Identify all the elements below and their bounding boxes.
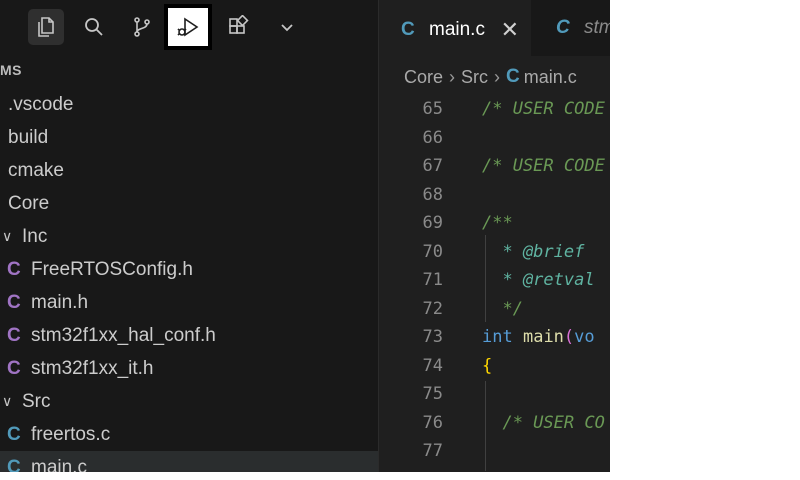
line-number: 67 — [422, 156, 443, 176]
c-header-file-icon: C — [7, 357, 21, 379]
source-control-icon — [134, 17, 150, 37]
tree-item-label: stm32f1xx_it.h — [31, 357, 154, 379]
code-text: int main(vo — [482, 327, 595, 347]
extensions-tab[interactable] — [220, 9, 256, 45]
code-line: 66 — [379, 124, 610, 152]
tab-stm[interactable]: C stm — [534, 0, 610, 56]
code-line: 65 /* USER CODE — [379, 95, 610, 123]
tree-item-label: build — [8, 126, 49, 148]
tree-item-inc[interactable]: ∨ Inc — [0, 220, 378, 253]
editor-tab-bar: C main.c ✕ C stm — [379, 0, 610, 58]
tree-item-main-c[interactable]: C main.c — [0, 451, 378, 472]
breadcrumb-item-core[interactable]: Core — [404, 67, 443, 88]
code-text: */ — [482, 299, 523, 319]
more-views-button[interactable] — [269, 9, 305, 45]
code-text: /** — [482, 213, 513, 233]
line-number: 68 — [422, 185, 443, 205]
code-line: 74 { — [379, 352, 610, 380]
search-icon — [85, 18, 103, 36]
code-line: 71 * @retval — [379, 266, 610, 294]
code-line: 76 /* USER CO — [379, 409, 610, 437]
chevron-right-icon: › — [494, 66, 501, 87]
run-debug-icon — [177, 17, 199, 37]
c-source-file-icon: C — [401, 19, 415, 40]
tree-item-label: cmake — [8, 159, 64, 181]
c-header-file-icon: C — [7, 291, 21, 313]
code-line: 68 — [379, 181, 610, 209]
activity-bar — [0, 0, 378, 56]
tree-item-label: FreeRTOSConfig.h — [31, 258, 193, 280]
tree-item-label: main.h — [31, 291, 89, 313]
tab-label: main.c — [429, 19, 485, 40]
c-source-file-icon: C — [7, 456, 21, 473]
tree-item-hal-conf-h[interactable]: C stm32f1xx_hal_conf.h — [0, 319, 378, 352]
editor-pane: C main.c ✕ C stm Core › Src › C main.c 6… — [378, 0, 610, 472]
line-number: 77 — [422, 441, 443, 461]
code-line: 67 /* USER CODE — [379, 152, 610, 180]
chevron-down-icon: ∨ — [2, 228, 13, 244]
c-source-file-icon: C — [556, 17, 570, 38]
tree-item-it-h[interactable]: C stm32f1xx_it.h — [0, 352, 378, 385]
line-number: 75 — [422, 384, 443, 404]
chevron-down-icon: ∨ — [2, 393, 13, 409]
code-text: * @brief — [482, 242, 585, 262]
line-number: 66 — [422, 128, 443, 148]
code-text: * @retval — [482, 270, 595, 290]
breadcrumb-item-main-c[interactable]: main.c — [524, 67, 577, 88]
close-icon[interactable]: ✕ — [501, 17, 519, 43]
code-line: 70 * @brief — [379, 238, 610, 266]
run-debug-tab[interactable] — [164, 4, 212, 50]
line-number: 73 — [422, 327, 443, 347]
explorer-tab[interactable] — [28, 9, 64, 45]
tree-item-label: main.c — [31, 456, 87, 473]
c-source-file-icon: C — [506, 66, 520, 87]
tree-item-label: Inc — [22, 225, 48, 247]
tab-label: stm — [584, 17, 610, 38]
code-text: /* USER CO — [482, 413, 605, 433]
line-number: 65 — [422, 99, 443, 119]
code-text: { — [482, 356, 493, 376]
chevron-right-icon: › — [449, 66, 456, 87]
tree-item-label: stm32f1xx_hal_conf.h — [31, 324, 216, 346]
tree-item-core[interactable]: Core — [0, 187, 378, 220]
line-number: 74 — [422, 356, 443, 376]
c-header-file-icon: C — [7, 258, 21, 280]
code-line: 72 */ — [379, 295, 610, 323]
tree-item-label: Src — [22, 390, 51, 412]
line-number: 70 — [422, 242, 443, 262]
line-number: 76 — [422, 413, 443, 433]
chevron-down-icon — [281, 24, 293, 32]
code-line: 69 /** — [379, 209, 610, 237]
tree-item-label: freertos.c — [31, 423, 111, 445]
search-tab[interactable] — [76, 9, 112, 45]
tree-item-main-h[interactable]: C main.h — [0, 286, 378, 319]
tree-item-freertos-c[interactable]: C freertos.c — [0, 418, 378, 451]
source-control-tab[interactable] — [124, 9, 160, 45]
tab-main-c[interactable]: C main.c ✕ — [379, 0, 531, 58]
extensions-icon — [229, 15, 249, 34]
line-number: 69 — [422, 213, 443, 233]
line-number: 71 — [422, 270, 443, 290]
tree-item-label: Core — [8, 192, 50, 214]
c-header-file-icon: C — [7, 324, 21, 346]
code-line: 75 — [379, 380, 610, 408]
files-icon — [38, 17, 54, 37]
tree-item-src[interactable]: ∨ Src — [0, 385, 378, 418]
explorer-section-header[interactable]: MS — [0, 62, 22, 78]
breadcrumb: Core › Src › C main.c — [404, 66, 577, 88]
tree-item-freertosconfig-h[interactable]: C FreeRTOSConfig.h — [0, 253, 378, 286]
c-source-file-icon: C — [7, 423, 21, 445]
tree-item-cmake[interactable]: cmake — [0, 154, 378, 187]
code-text: /* USER CODE — [482, 99, 605, 119]
breadcrumb-item-src[interactable]: Src — [461, 67, 488, 88]
code-text: /* USER CODE — [482, 156, 605, 176]
code-line: 73 int main(vo — [379, 323, 610, 351]
tree-item-label: .vscode — [8, 93, 74, 115]
explorer-sidebar: MS .vscode build cmake Core ∨ Inc C Free… — [0, 0, 378, 472]
tree-item-build[interactable]: build — [0, 121, 378, 154]
tree-item-vscode[interactable]: .vscode — [0, 88, 378, 121]
code-line: 77 — [379, 437, 610, 465]
vscode-window: MS .vscode build cmake Core ∨ Inc C Free… — [0, 0, 610, 472]
line-number: 72 — [422, 299, 443, 319]
